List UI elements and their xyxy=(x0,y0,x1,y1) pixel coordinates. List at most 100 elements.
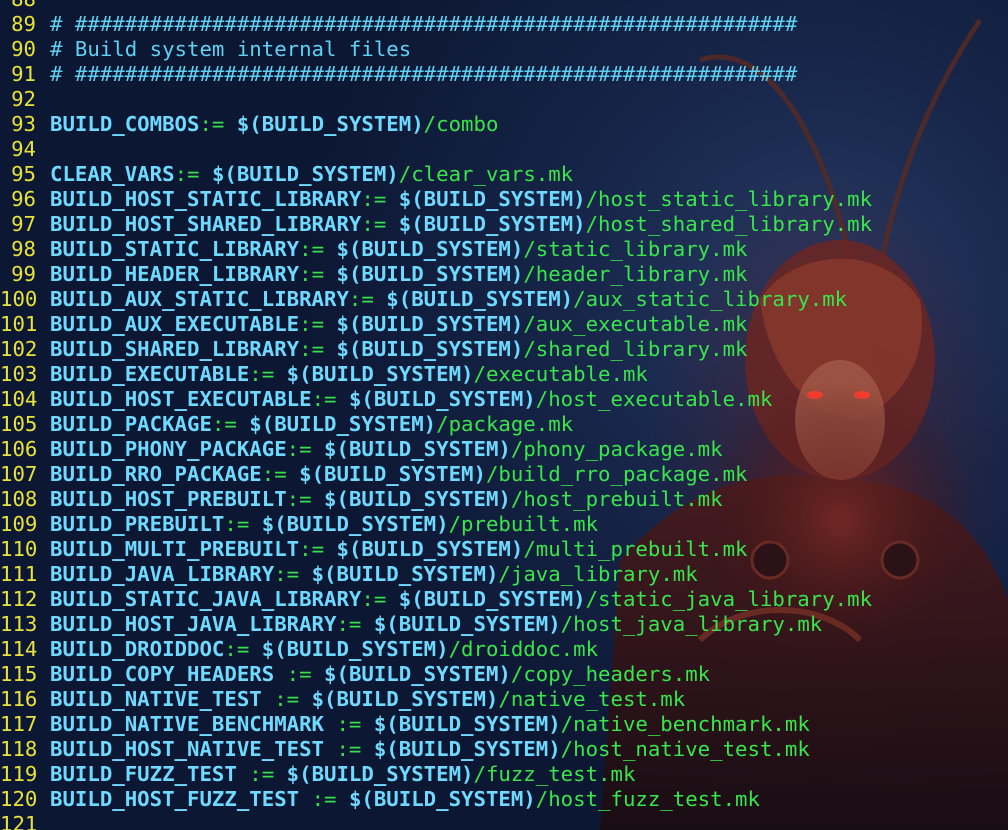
path-text: /host_shared_library.mk xyxy=(585,212,873,236)
path-text: /executable.mk xyxy=(473,362,648,386)
code-line[interactable]: 114 BUILD_DROIDDOC:= $(BUILD_SYSTEM)/droi… xyxy=(0,637,1008,662)
code-line[interactable]: 110 BUILD_MULTI_PREBUILT:= $(BUILD_SYSTEM… xyxy=(0,537,1008,562)
line-number: 107 xyxy=(0,462,38,486)
keyword-token: BUILD_COMBOS xyxy=(50,112,200,136)
keyword-token: $(BUILD_SYSTEM) xyxy=(249,412,437,436)
code-line[interactable]: 101 BUILD_AUX_EXECUTABLE:= $(BUILD_SYSTEM… xyxy=(0,312,1008,337)
code-line[interactable]: 104 BUILD_HOST_EXECUTABLE:= $(BUILD_SYSTE… xyxy=(0,387,1008,412)
keyword-token: $(BUILD_SYSTEM) xyxy=(348,387,536,411)
code-line[interactable]: 109 BUILD_PREBUILT:= $(BUILD_SYSTEM)/preb… xyxy=(0,512,1008,537)
code-line[interactable]: 106 BUILD_PHONY_PACKAGE:= $(BUILD_SYSTEM)… xyxy=(0,437,1008,462)
code-line[interactable]: 96 BUILD_HOST_STATIC_LIBRARY:= $(BUILD_SY… xyxy=(0,187,1008,212)
code-line[interactable]: 90 # Build system internal files xyxy=(0,37,1008,62)
assign-operator: := xyxy=(299,312,337,336)
code-line[interactable]: 107 BUILD_RRO_PACKAGE:= $(BUILD_SYSTEM)/b… xyxy=(0,462,1008,487)
comment-text: # Build system internal files xyxy=(50,37,412,61)
code-line[interactable]: 93 BUILD_COMBOS:= $(BUILD_SYSTEM)/combo xyxy=(0,112,1008,137)
terminal-window[interactable]: 8889 # ##################################… xyxy=(0,0,1008,830)
line-number: 100 xyxy=(0,287,38,311)
path-text: /clear_vars.mk xyxy=(398,162,574,186)
code-line[interactable]: 99 BUILD_HEADER_LIBRARY:= $(BUILD_SYSTEM)… xyxy=(0,262,1008,287)
code-line[interactable]: 118 BUILD_HOST_NATIVE_TEST := $(BUILD_SYS… xyxy=(0,737,1008,762)
code-line[interactable]: 92 xyxy=(0,87,1008,112)
line-number: 113 xyxy=(0,612,38,636)
code-line[interactable]: 98 BUILD_STATIC_LIBRARY:= $(BUILD_SYSTEM)… xyxy=(0,237,1008,262)
code-line[interactable]: 102 BUILD_SHARED_LIBRARY:= $(BUILD_SYSTEM… xyxy=(0,337,1008,362)
keyword-token: $(BUILD_SYSTEM) xyxy=(336,312,524,336)
comment-text: # ######################################… xyxy=(50,12,798,36)
code-view[interactable]: 8889 # ##################################… xyxy=(0,0,1008,830)
path-text: /phony_package.mk xyxy=(510,437,723,461)
code-line[interactable]: 120 BUILD_HOST_FUZZ_TEST := $(BUILD_SYSTE… xyxy=(0,787,1008,812)
line-number: 120 xyxy=(0,787,38,811)
code-line[interactable]: 121 xyxy=(0,812,1008,830)
keyword-token: $(BUILD_SYSTEM) xyxy=(336,337,524,361)
assign-operator: := xyxy=(361,187,399,211)
line-number: 90 xyxy=(11,37,36,61)
code-line[interactable]: 113 BUILD_HOST_JAVA_LIBRARY:= $(BUILD_SYS… xyxy=(0,612,1008,637)
code-line[interactable]: 91 # ####################################… xyxy=(0,62,1008,87)
code-line[interactable]: 117 BUILD_NATIVE_BENCHMARK := $(BUILD_SYS… xyxy=(0,712,1008,737)
assign-operator: := xyxy=(299,787,349,811)
code-line[interactable]: 103 BUILD_EXECUTABLE:= $(BUILD_SYSTEM)/ex… xyxy=(0,362,1008,387)
line-number: 106 xyxy=(0,437,38,461)
line-number: 108 xyxy=(0,487,38,511)
keyword-token: BUILD_AUX_STATIC_LIBRARY xyxy=(50,287,349,311)
code-line[interactable]: 88 xyxy=(0,0,1008,12)
keyword-token: $(BUILD_SYSTEM) xyxy=(286,762,474,786)
path-text: /multi_prebuilt.mk xyxy=(523,537,748,561)
line-number: 118 xyxy=(0,737,38,761)
assign-operator: := xyxy=(224,637,262,661)
line-number: 97 xyxy=(11,212,36,236)
keyword-token: BUILD_EXECUTABLE xyxy=(50,362,250,386)
line-number: 109 xyxy=(0,512,38,536)
keyword-token: $(BUILD_SYSTEM) xyxy=(336,237,524,261)
line-number: 95 xyxy=(11,162,36,186)
code-line[interactable]: 105 BUILD_PACKAGE:= $(BUILD_SYSTEM)/packa… xyxy=(0,412,1008,437)
line-number: 110 xyxy=(0,537,38,561)
code-line[interactable]: 89 # ####################################… xyxy=(0,12,1008,37)
keyword-token: $(BUILD_SYSTEM) xyxy=(348,787,536,811)
keyword-token: BUILD_COPY_HEADERS xyxy=(50,662,275,686)
path-text: /static_library.mk xyxy=(523,237,748,261)
keyword-token: BUILD_SHARED_LIBRARY xyxy=(50,337,300,361)
assign-operator: := xyxy=(174,162,212,186)
path-text: /header_library.mk xyxy=(523,262,748,286)
code-line[interactable]: 100 BUILD_AUX_STATIC_LIBRARY:= $(BUILD_SY… xyxy=(0,287,1008,312)
assign-operator: := xyxy=(249,362,287,386)
keyword-token: BUILD_PHONY_PACKAGE xyxy=(50,437,287,461)
code-line[interactable]: 112 BUILD_STATIC_JAVA_LIBRARY:= $(BUILD_S… xyxy=(0,587,1008,612)
keyword-token: $(BUILD_SYSTEM) xyxy=(398,587,586,611)
keyword-token: BUILD_HOST_STATIC_LIBRARY xyxy=(50,187,362,211)
code-line[interactable]: 111 BUILD_JAVA_LIBRARY:= $(BUILD_SYSTEM)/… xyxy=(0,562,1008,587)
path-text: /host_static_library.mk xyxy=(585,187,873,211)
path-text: /shared_library.mk xyxy=(523,337,748,361)
code-line[interactable]: 108 BUILD_HOST_PREBUILT:= $(BUILD_SYSTEM)… xyxy=(0,487,1008,512)
path-text: /static_java_library.mk xyxy=(585,587,873,611)
keyword-token: $(BUILD_SYSTEM) xyxy=(311,562,499,586)
path-text: /aux_static_library.mk xyxy=(573,287,848,311)
code-line[interactable]: 119 BUILD_FUZZ_TEST := $(BUILD_SYSTEM)/fu… xyxy=(0,762,1008,787)
code-line[interactable]: 115 BUILD_COPY_HEADERS := $(BUILD_SYSTEM)… xyxy=(0,662,1008,687)
code-line[interactable]: 97 BUILD_HOST_SHARED_LIBRARY:= $(BUILD_SY… xyxy=(0,212,1008,237)
line-number: 94 xyxy=(11,137,36,161)
assign-operator: := xyxy=(299,337,337,361)
keyword-token: BUILD_HEADER_LIBRARY xyxy=(50,262,300,286)
path-text: /host_java_library.mk xyxy=(560,612,823,636)
code-line[interactable]: 94 xyxy=(0,137,1008,162)
code-line[interactable]: 95 CLEAR_VARS:= $(BUILD_SYSTEM)/clear_var… xyxy=(0,162,1008,187)
keyword-token: BUILD_HOST_NATIVE_TEST xyxy=(50,737,325,761)
keyword-token: $(BUILD_SYSTEM) xyxy=(324,437,511,461)
path-text: /host_native_test.mk xyxy=(560,737,810,761)
path-text: /fuzz_test.mk xyxy=(473,762,636,786)
keyword-token: BUILD_NATIVE_TEST xyxy=(50,687,262,711)
keyword-token: $(BUILD_SYSTEM) xyxy=(324,662,511,686)
keyword-token: $(BUILD_SYSTEM) xyxy=(299,462,486,486)
line-number: 121 xyxy=(0,812,38,830)
path-text: /native_test.mk xyxy=(498,687,686,711)
assign-operator: := xyxy=(286,437,325,461)
assign-operator: := xyxy=(224,512,262,536)
code-line[interactable]: 116 BUILD_NATIVE_TEST := $(BUILD_SYSTEM)/… xyxy=(0,687,1008,712)
keyword-token: BUILD_HOST_SHARED_LIBRARY xyxy=(50,212,362,236)
assign-operator: := xyxy=(299,537,337,561)
